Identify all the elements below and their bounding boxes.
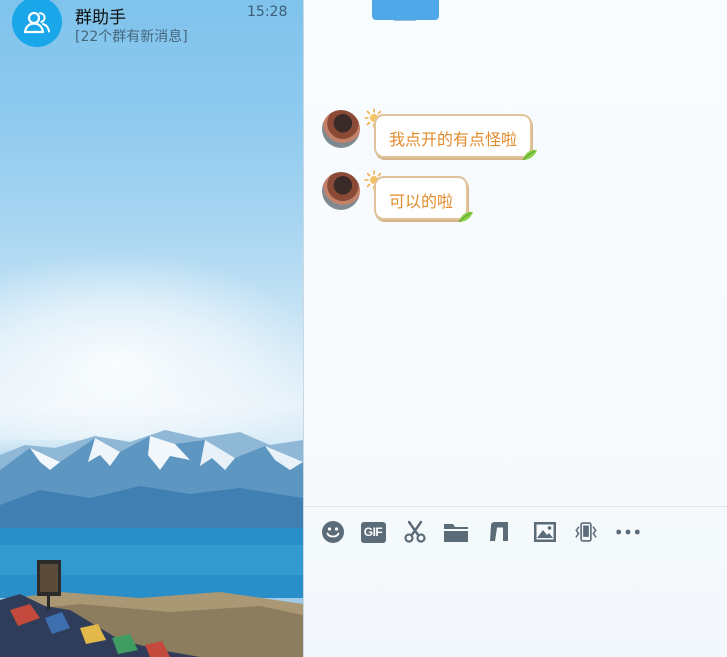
image-icon xyxy=(534,522,556,542)
leaf-decoration-icon xyxy=(458,211,474,223)
wallpaper-landscape xyxy=(0,430,303,657)
message-bubble[interactable]: 我点开的有点怪啦 xyxy=(374,114,538,161)
contact-time: 15:28 xyxy=(247,4,288,20)
more-icon xyxy=(616,529,640,535)
folder-icon xyxy=(444,524,468,542)
leaf-decoration-icon xyxy=(522,149,538,161)
scissors-icon xyxy=(404,520,426,543)
screenshot-button[interactable] xyxy=(402,519,428,545)
send-image-button[interactable] xyxy=(532,519,558,545)
shared-image-thumbnail[interactable] xyxy=(372,0,439,21)
sender-avatar[interactable] xyxy=(322,110,360,148)
gif-label: GIF xyxy=(363,525,383,539)
contact-preview: [22个群有新消息] xyxy=(75,29,188,45)
message-bubble[interactable]: 可以的啦 xyxy=(374,176,474,223)
emoji-icon xyxy=(322,521,344,543)
gif-button[interactable]: GIF xyxy=(360,519,386,545)
emoji-button[interactable] xyxy=(320,519,346,545)
gif-icon: GIF xyxy=(360,521,386,543)
group-assistant-avatar xyxy=(12,0,62,47)
input-toolbar: GIF xyxy=(304,506,727,556)
contact-list-panel: 群助手 15:28 [22个群有新消息] xyxy=(0,0,303,657)
shake-icon xyxy=(575,522,597,542)
more-button[interactable] xyxy=(615,519,641,545)
contact-item-group-assistant[interactable]: 群助手 15:28 [22个群有新消息] xyxy=(0,0,303,50)
thumbnail-underline xyxy=(394,20,416,21)
shake-button[interactable] xyxy=(573,519,599,545)
group-people-icon xyxy=(23,11,50,34)
contact-name: 群助手 xyxy=(75,8,126,28)
message-text: 可以的啦 xyxy=(389,192,454,211)
sender-avatar[interactable] xyxy=(322,172,360,210)
music-button[interactable] xyxy=(487,519,513,545)
message-text: 我点开的有点怪啦 xyxy=(389,130,518,149)
chat-panel: 我点开的有点怪啦 可以的啦 GIF xyxy=(303,0,727,657)
music-icon xyxy=(490,522,508,541)
send-file-button[interactable] xyxy=(443,519,469,545)
